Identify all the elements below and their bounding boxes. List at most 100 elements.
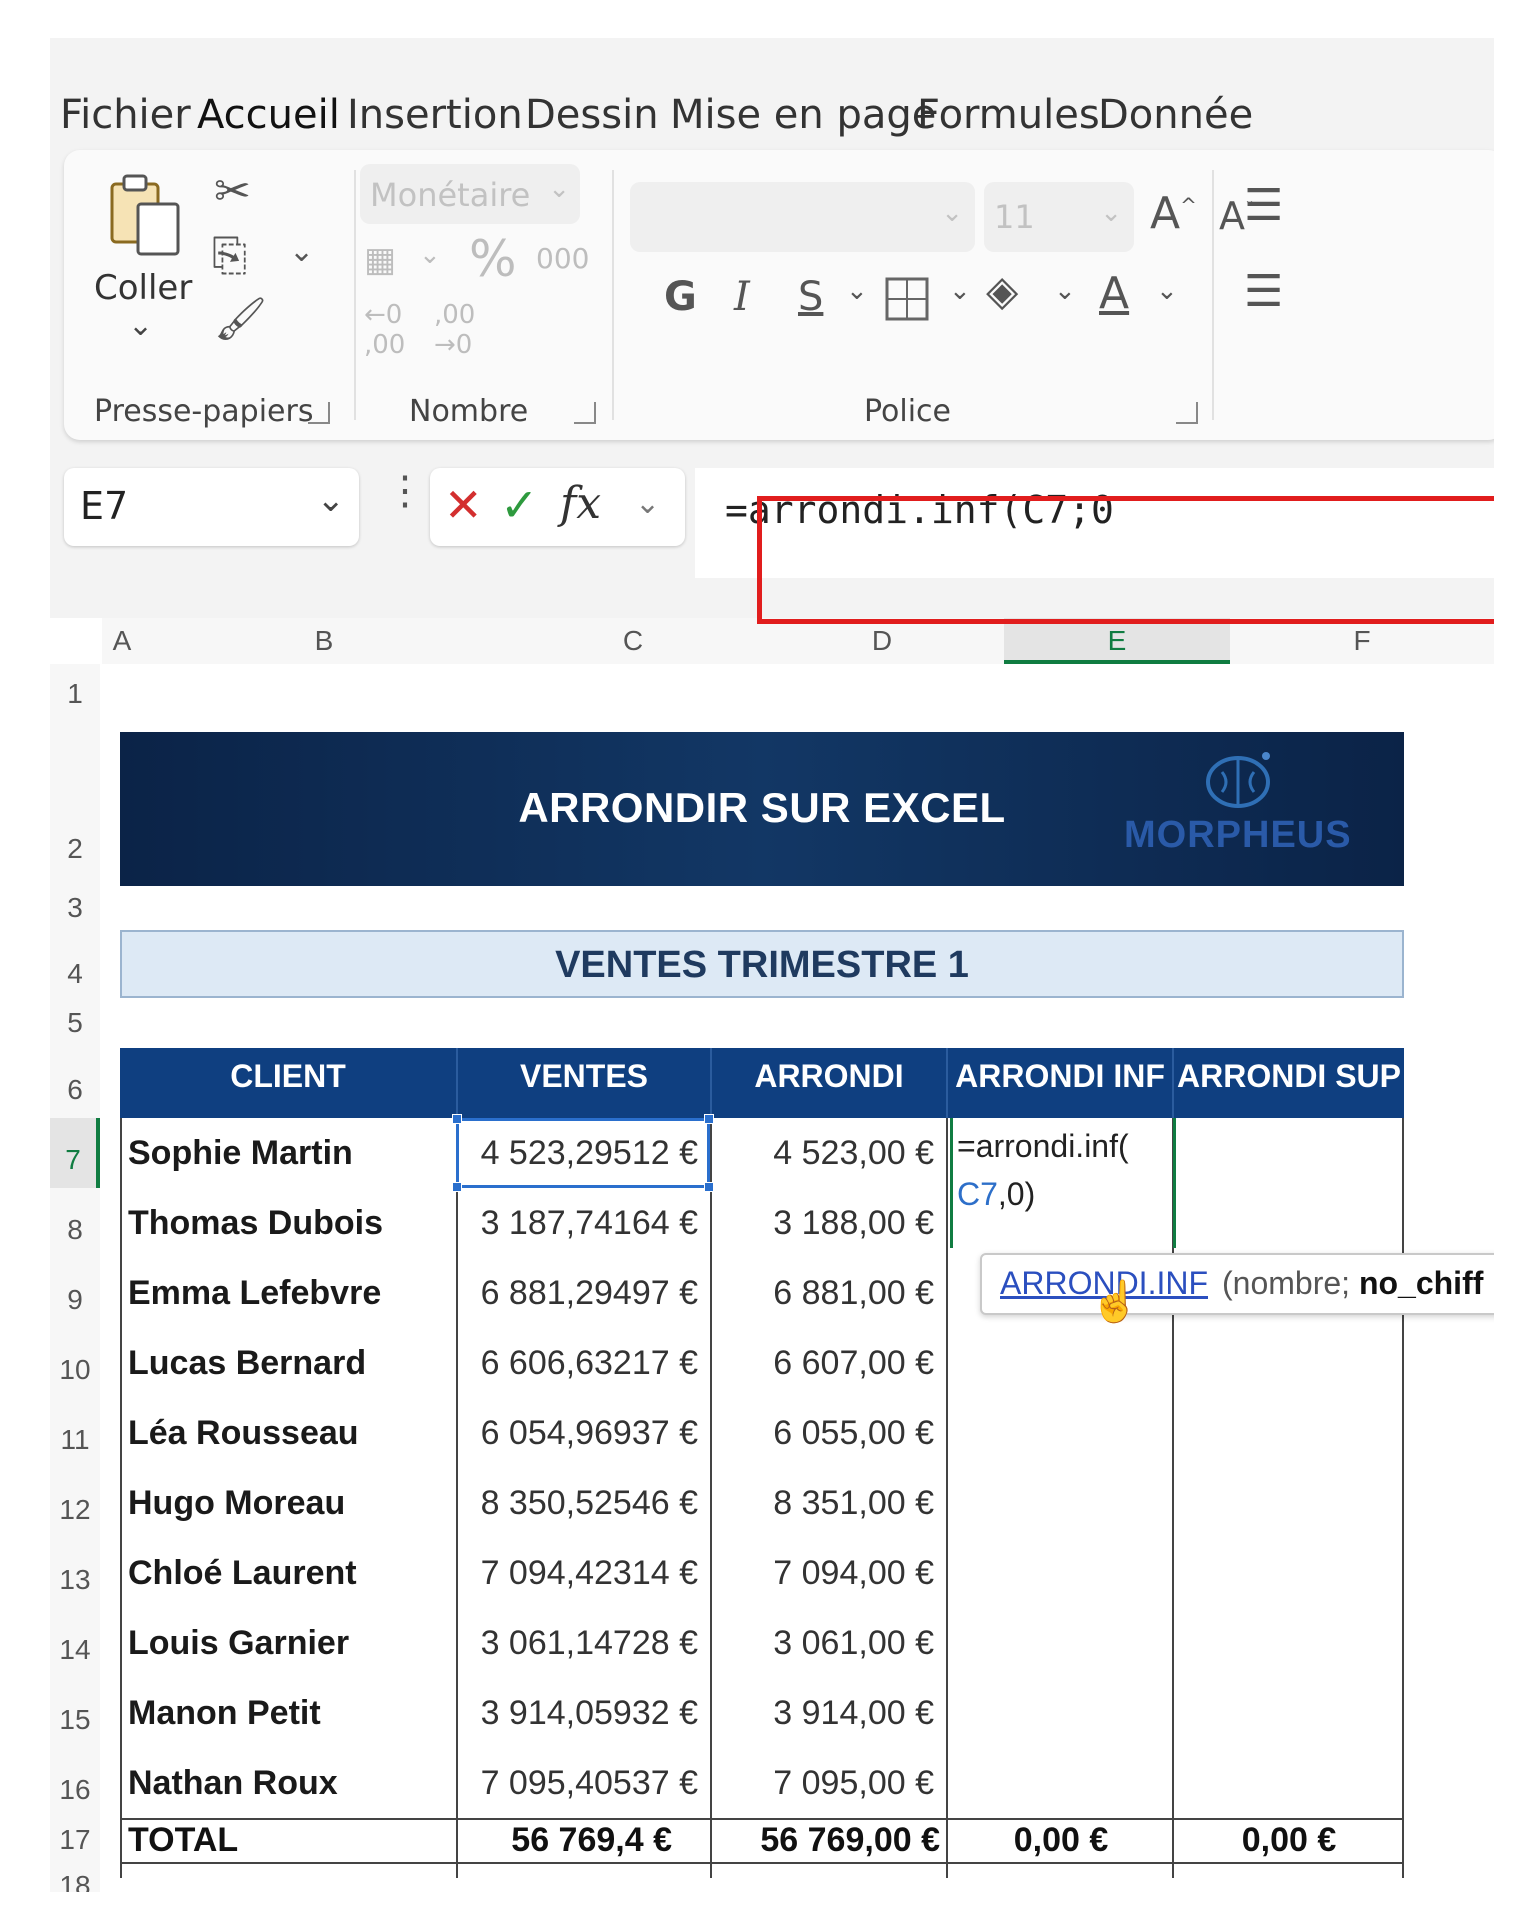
- total-label[interactable]: TOTAL: [128, 1805, 238, 1875]
- row-header-11[interactable]: 11: [50, 1398, 100, 1468]
- decrease-decimal-icon[interactable]: ,00 →0: [434, 300, 475, 360]
- align-left-icon[interactable]: ☰: [1244, 266, 1283, 317]
- column-header-d[interactable]: D: [760, 618, 1004, 664]
- arrondi-cell[interactable]: 3 061,00 €: [714, 1608, 934, 1678]
- total-arrondi[interactable]: 56 769,00 €: [714, 1805, 940, 1875]
- header-arrondi-sup[interactable]: ARRONDI SUP: [1174, 1048, 1404, 1118]
- chevron-down-icon[interactable]: ⌄: [419, 240, 441, 270]
- ventes-cell[interactable]: 3 914,05932 €: [460, 1678, 698, 1748]
- font-color-icon[interactable]: A: [1099, 268, 1129, 319]
- arrondi-cell[interactable]: 6 881,00 €: [714, 1258, 934, 1328]
- row-header-2[interactable]: 2: [50, 724, 100, 886]
- name-box[interactable]: E7 ⌄: [64, 468, 359, 546]
- format-painter-icon[interactable]: 🖌: [214, 294, 267, 344]
- client-cell[interactable]: Louis Garnier: [128, 1608, 349, 1678]
- client-cell[interactable]: Chloé Laurent: [128, 1538, 357, 1608]
- tab-formules[interactable]: Formules: [917, 92, 1100, 138]
- paste-button[interactable]: Coller ⌄: [94, 170, 194, 360]
- total-ventes[interactable]: 56 769,4 €: [460, 1805, 672, 1875]
- number-format-dropdown[interactable]: Monétaire ⌄: [360, 164, 580, 224]
- row-header-7[interactable]: 7: [50, 1118, 100, 1188]
- ventes-cell[interactable]: 3 187,74164 €: [460, 1188, 698, 1258]
- chevron-down-icon[interactable]: ⌄: [949, 276, 971, 306]
- tab-insertion[interactable]: Insertion: [347, 92, 523, 138]
- arrondi-cell[interactable]: 3 188,00 €: [714, 1188, 934, 1258]
- ventes-cell[interactable]: 6 606,63217 €: [460, 1328, 698, 1398]
- row-header-6[interactable]: 6: [50, 1048, 100, 1118]
- tab-dessin[interactable]: Dessin: [525, 92, 659, 138]
- client-cell[interactable]: Hugo Moreau: [128, 1468, 345, 1538]
- row-header-8[interactable]: 8: [50, 1188, 100, 1258]
- cancel-icon[interactable]: ✕: [444, 478, 483, 532]
- client-cell[interactable]: Manon Petit: [128, 1678, 321, 1748]
- ventes-cell[interactable]: 8 350,52546 €: [460, 1468, 698, 1538]
- ventes-cell[interactable]: 7 094,42314 €: [460, 1538, 698, 1608]
- column-header-f[interactable]: F: [1230, 618, 1494, 664]
- column-header-a[interactable]: A: [102, 618, 142, 664]
- cut-icon[interactable]: ✂: [214, 166, 251, 217]
- tab-fichier[interactable]: Fichier: [60, 92, 191, 138]
- chevron-down-icon[interactable]: ⌄: [289, 234, 314, 269]
- row-header-10[interactable]: 10: [50, 1328, 100, 1398]
- resize-handle[interactable]: [452, 1182, 462, 1192]
- bold-icon[interactable]: G: [664, 274, 697, 320]
- copy-icon[interactable]: ⎘: [212, 230, 247, 281]
- row-header-16[interactable]: 16: [50, 1748, 100, 1818]
- font-family-dropdown[interactable]: ⌄: [630, 182, 975, 252]
- arrondi-cell[interactable]: 7 094,00 €: [714, 1538, 934, 1608]
- column-header-e[interactable]: E: [1004, 618, 1230, 664]
- ventes-cell[interactable]: 3 061,14728 €: [460, 1608, 698, 1678]
- column-header-c[interactable]: C: [506, 618, 760, 664]
- accounting-format-icon[interactable]: ▦: [364, 240, 396, 280]
- tab-donnees[interactable]: Donnée: [1098, 92, 1253, 138]
- font-size-dropdown[interactable]: 11 ⌄: [984, 182, 1134, 252]
- enter-icon[interactable]: ✓: [500, 478, 539, 532]
- arrondi-cell[interactable]: 8 351,00 €: [714, 1468, 934, 1538]
- total-arrondi-sup[interactable]: 0,00 €: [1176, 1805, 1402, 1875]
- font-launcher-icon[interactable]: [1176, 402, 1198, 424]
- ventes-cell[interactable]: 6 054,96937 €: [460, 1398, 698, 1468]
- row-header-15[interactable]: 15: [50, 1678, 100, 1748]
- row-header-14[interactable]: 14: [50, 1608, 100, 1678]
- underline-icon[interactable]: S: [798, 274, 823, 320]
- resize-handle[interactable]: [704, 1182, 714, 1192]
- italic-icon[interactable]: I: [734, 274, 750, 320]
- client-cell[interactable]: Léa Rousseau: [128, 1398, 359, 1468]
- worksheet-grid[interactable]: A B C D E F 1 2 3 4 5 6 7 8 9 10 11 12 1…: [50, 618, 1494, 1892]
- insert-function-icon[interactable]: fx: [560, 478, 601, 529]
- header-arrondi[interactable]: ARRONDI: [712, 1048, 948, 1118]
- arrondi-cell[interactable]: 6 055,00 €: [714, 1398, 934, 1468]
- increase-decimal-icon[interactable]: ←0,00: [364, 300, 405, 360]
- header-ventes[interactable]: VENTES: [458, 1048, 712, 1118]
- chevron-down-icon[interactable]: ⌄: [1054, 276, 1076, 306]
- row-header-17[interactable]: 17: [50, 1818, 100, 1862]
- increase-font-icon[interactable]: A^: [1150, 188, 1197, 239]
- fill-color-icon[interactable]: ◈: [986, 266, 1018, 315]
- resize-handle[interactable]: [704, 1114, 714, 1124]
- column-header-b[interactable]: B: [142, 618, 506, 664]
- row-header-13[interactable]: 13: [50, 1538, 100, 1608]
- tab-accueil[interactable]: Accueil: [197, 92, 340, 138]
- client-cell[interactable]: Thomas Dubois: [128, 1188, 383, 1258]
- resize-handle[interactable]: [452, 1114, 462, 1124]
- row-header-3[interactable]: 3: [50, 886, 100, 930]
- row-header-9[interactable]: 9: [50, 1258, 100, 1328]
- row-header-1[interactable]: 1: [50, 664, 100, 724]
- thousands-separator-icon[interactable]: 000: [536, 242, 589, 275]
- borders-icon[interactable]: [884, 276, 930, 322]
- chevron-down-icon[interactable]: ⌄: [846, 276, 868, 306]
- header-arrondi-inf[interactable]: ARRONDI INF: [948, 1048, 1174, 1118]
- client-cell[interactable]: Emma Lefebvre: [128, 1258, 381, 1328]
- client-cell[interactable]: Lucas Bernard: [128, 1328, 366, 1398]
- arrondi-cell[interactable]: 4 523,00 €: [714, 1118, 934, 1188]
- arrondi-cell[interactable]: 3 914,00 €: [714, 1678, 934, 1748]
- chevron-down-icon[interactable]: ⌄: [1156, 276, 1178, 306]
- align-top-icon[interactable]: ☰: [1244, 180, 1283, 231]
- row-header-12[interactable]: 12: [50, 1468, 100, 1538]
- row-header-5[interactable]: 5: [50, 998, 100, 1048]
- active-edit-cell[interactable]: =arrondi.inf( C7,0): [950, 1118, 1176, 1248]
- number-launcher-icon[interactable]: [574, 402, 596, 424]
- client-cell[interactable]: Sophie Martin: [128, 1118, 353, 1188]
- total-arrondi-inf[interactable]: 0,00 €: [950, 1805, 1172, 1875]
- row-header-4[interactable]: 4: [50, 930, 100, 998]
